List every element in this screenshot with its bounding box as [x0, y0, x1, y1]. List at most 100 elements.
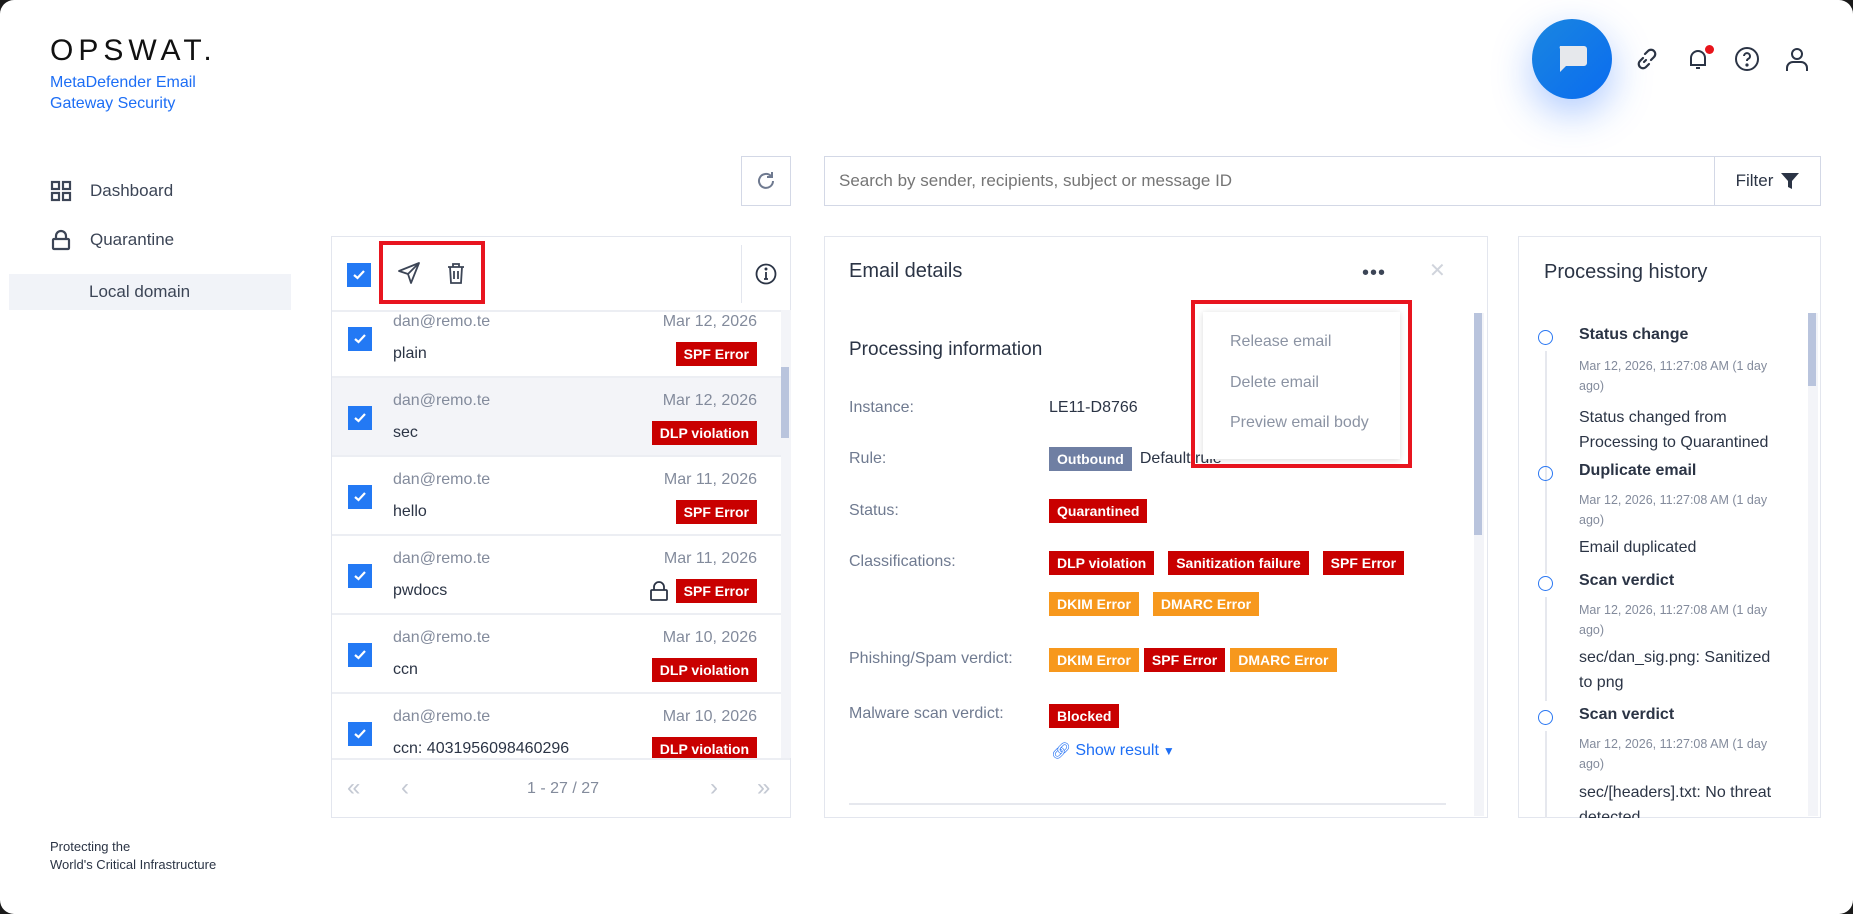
grid-icon [50, 180, 72, 202]
subject: plain [393, 345, 427, 362]
help-icon[interactable] [1734, 46, 1760, 72]
classification-tag: DKIM Error [1049, 592, 1139, 616]
prev-page-icon[interactable]: ‹ [401, 774, 409, 802]
tagline-line: World's Critical Infrastructure [50, 857, 217, 872]
next-page-icon[interactable]: › [710, 774, 718, 802]
row-tags: DLP violation [651, 737, 757, 758]
details-scrollbar[interactable] [1474, 313, 1484, 816]
subject: sec [393, 424, 418, 441]
lock-icon [51, 229, 71, 251]
sidebar-item-quarantine[interactable]: Quarantine [50, 229, 174, 251]
email-list-panel: dan@remo.te Mar 12, 2026 plain SPF Error… [331, 236, 791, 818]
date: Mar 11, 2026 [663, 471, 757, 488]
rule-direction-tag: Outbound [1049, 447, 1132, 471]
malware-tag: Blocked [1049, 704, 1120, 728]
scrollbar-thumb[interactable] [781, 367, 789, 438]
row-checkbox[interactable] [348, 327, 372, 351]
email-list-row[interactable]: dan@remo.te Mar 10, 2026 ccn DLP violati… [332, 615, 781, 694]
subject: ccn: 4031956098460296 [393, 740, 570, 757]
row-checkbox[interactable] [348, 643, 372, 667]
status-label: Status: [849, 502, 899, 519]
subject: ccn [393, 661, 418, 678]
malware-value: Blocked [1049, 704, 1120, 728]
first-page-icon[interactable]: « [347, 774, 360, 802]
menu-item-preview[interactable]: Preview email body [1230, 414, 1369, 432]
email-list-row[interactable]: dan@remo.te Mar 12, 2026 sec DLP violati… [332, 378, 781, 457]
email-list-row[interactable]: dan@remo.te Mar 11, 2026 pwdocs SPF Erro… [332, 536, 781, 615]
info-icon[interactable] [755, 263, 777, 285]
classification-tag: SPF Error [675, 579, 757, 603]
sender: dan@remo.te [393, 629, 491, 646]
email-list-row[interactable]: dan@remo.te Mar 11, 2026 hello SPF Error [332, 457, 781, 536]
email-actions-menu: Release email Delete email Preview email… [1203, 312, 1400, 459]
row-tags: SPF Error [675, 500, 757, 524]
close-icon[interactable]: ✕ [1429, 258, 1446, 283]
sidebar-item-dashboard[interactable]: Dashboard [50, 180, 173, 202]
menu-item-delete[interactable]: Delete email [1230, 374, 1319, 392]
user-icon[interactable] [1784, 46, 1810, 72]
date: Mar 11, 2026 [663, 550, 757, 567]
sender: dan@remo.te [393, 392, 491, 409]
email-list-row[interactable]: dan@remo.te Mar 12, 2026 plain SPF Error [332, 312, 781, 378]
history-title: Processing history [1544, 261, 1708, 283]
show-result-label: Show result [1075, 742, 1159, 759]
search-input[interactable] [824, 156, 1715, 206]
sender: dan@remo.te [393, 550, 491, 567]
list-scrollbar[interactable] [781, 310, 791, 758]
scrollbar-thumb[interactable] [1474, 313, 1482, 535]
more-options-button[interactable]: ••• [1362, 262, 1386, 285]
classification-tag: DLP violation [651, 421, 757, 445]
date: Mar 12, 2026 [662, 313, 757, 330]
classification-tag: DMARC Error [1230, 648, 1337, 672]
refresh-button[interactable] [741, 156, 791, 206]
footer-tagline: Protecting the World's Critical Infrastru… [50, 838, 216, 874]
classification-tag: SPF Error [1143, 648, 1226, 672]
classification-tag: DLP violation [651, 658, 757, 682]
row-tags: SPF Error [675, 342, 757, 366]
date: Mar 10, 2026 [662, 629, 757, 646]
processing-history-panel [1518, 236, 1821, 818]
unlink-icon[interactable] [1634, 46, 1660, 72]
page-range: 1 - 27 / 27 [527, 780, 600, 797]
chat-button[interactable] [1532, 19, 1612, 99]
classification-tag: DLP violation [1049, 551, 1155, 575]
date: Mar 10, 2026 [662, 708, 757, 725]
row-checkbox[interactable] [348, 564, 372, 588]
opswat-logo: OPSWAT. [50, 34, 217, 67]
classification-tag: Sanitization failure [1168, 551, 1309, 575]
email-list-row[interactable]: dan@remo.te Mar 10, 2026 ccn: 4031956098… [332, 694, 781, 758]
last-page-icon[interactable]: » [757, 774, 770, 802]
section-title: Processing information [849, 339, 1043, 360]
sidebar-item-label: Quarantine [90, 230, 175, 249]
row-checkbox[interactable] [348, 406, 372, 430]
sidebar-item-local-domain[interactable]: Local domain [9, 274, 291, 310]
chat-bubble-icon [1559, 46, 1587, 72]
bulk-actions-highlight [379, 241, 485, 304]
classifications-tags: DLP violation Sanitization failure SPF Err… [1049, 551, 1429, 616]
subject: pwdocs [393, 582, 448, 599]
trash-icon[interactable] [445, 261, 467, 285]
send-icon[interactable] [397, 261, 421, 285]
app-window: OPSWAT. MetaDefender Email Gateway Secur… [0, 0, 1853, 914]
sidebar-item-label: Dashboard [90, 181, 174, 200]
status-tag: Quarantined [1049, 499, 1148, 523]
history-scrollbar[interactable] [1808, 313, 1818, 816]
show-result-link[interactable]: 🔗︎ Show result ▼ [1051, 741, 1175, 761]
sender: dan@remo.te [393, 313, 491, 330]
instance-label: Instance: [849, 399, 914, 416]
scrollbar-thumb[interactable] [1808, 313, 1816, 386]
link-icon: 🔗︎ [1051, 743, 1072, 760]
malware-label: Malware scan verdict: [849, 705, 1004, 722]
row-checkbox[interactable] [348, 485, 372, 509]
classification-tag: SPF Error [1322, 551, 1405, 575]
row-checkbox[interactable] [348, 722, 372, 746]
subject: hello [393, 503, 427, 520]
divider [849, 803, 1446, 805]
notification-dot [1705, 45, 1714, 54]
email-list: dan@remo.te Mar 12, 2026 plain SPF Error… [332, 310, 781, 758]
status-value: Quarantined [1049, 499, 1148, 523]
select-all-checkbox[interactable] [347, 263, 371, 287]
filter-button[interactable]: Filter [1714, 156, 1821, 206]
menu-item-release[interactable]: Release email [1230, 333, 1331, 351]
classification-tag: DLP violation [651, 737, 757, 758]
